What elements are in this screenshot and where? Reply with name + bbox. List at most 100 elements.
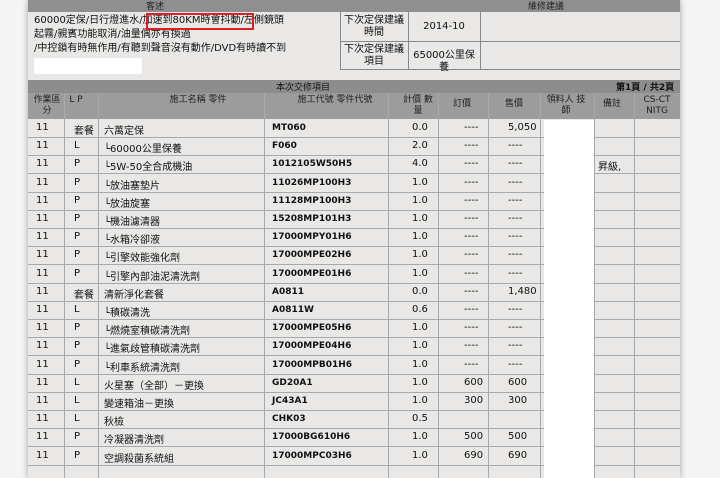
row-name: └機油濾清器 bbox=[104, 217, 161, 228]
row-code: GD20A1 bbox=[272, 377, 313, 388]
row-name: 六萬定保 bbox=[104, 126, 144, 137]
row-qty: 1.0 bbox=[412, 194, 428, 206]
row-remark: 昇級, bbox=[598, 162, 622, 174]
row-type: 11 bbox=[36, 140, 49, 152]
row-lp: L bbox=[74, 376, 80, 388]
row-sale-price: ---- bbox=[508, 231, 523, 243]
next-time-value: 2014-10 bbox=[423, 21, 465, 32]
row-code: 17000MPB01H6 bbox=[272, 359, 353, 370]
next-item-value: 65000公里保養 bbox=[413, 50, 475, 73]
row-qty: 1.0 bbox=[412, 340, 428, 352]
row-sale-price: 1,480 bbox=[508, 285, 537, 297]
row-sale-price: 600 bbox=[508, 376, 528, 388]
row-code: A0811 bbox=[272, 286, 305, 297]
notes-line-3: /中控鎖有時無作用/有聽到聲音沒有動作/DVD有時讀不到 bbox=[34, 43, 287, 54]
row-sale-price: ---- bbox=[508, 358, 523, 370]
row-code: JC43A1 bbox=[272, 396, 308, 406]
row-lp: P bbox=[74, 213, 81, 224]
maintenance-label: 維修建議 bbox=[528, 2, 565, 12]
row-lp: P bbox=[74, 358, 81, 370]
row-qty: 1.0 bbox=[412, 449, 428, 461]
row-type: 11 bbox=[36, 194, 49, 206]
row-type: 11 bbox=[36, 449, 49, 461]
row-type: 11 bbox=[36, 340, 49, 352]
row-type: 11 bbox=[36, 304, 49, 315]
row-name: └積碳清洗 bbox=[104, 308, 151, 319]
row-code: 17000MPE05H6 bbox=[272, 323, 352, 334]
row-order-price: ---- bbox=[464, 158, 479, 170]
row-order-price: ---- bbox=[464, 249, 479, 261]
row-qty: 0.5 bbox=[412, 413, 428, 425]
row-lp: P bbox=[74, 176, 81, 188]
row-sale-price: ---- bbox=[508, 267, 523, 279]
row-name: 火星塞（全部）－更換 bbox=[104, 380, 204, 392]
row-qty: 1.0 bbox=[412, 213, 428, 224]
row-qty: 4.0 bbox=[412, 158, 428, 170]
row-code: 17000MPY01H6 bbox=[272, 232, 352, 243]
row-order-price: 690 bbox=[464, 449, 484, 461]
row-type: 11 bbox=[36, 413, 49, 425]
row-code: A0811W bbox=[272, 305, 314, 315]
row-name: └放油旋塞 bbox=[104, 198, 151, 210]
col-remark: 備註 bbox=[602, 99, 621, 109]
row-sale-price: ---- bbox=[508, 194, 523, 206]
section-bar: 本次交修項目 第1頁 / 共2頁 bbox=[28, 80, 680, 93]
row-name: 清新淨化套餐 bbox=[104, 289, 164, 301]
row-type: 11 bbox=[36, 358, 49, 370]
row-name: └引擎效能強化劑 bbox=[104, 253, 181, 265]
row-name: 秋檢 bbox=[104, 417, 124, 429]
col-csct: CS-CT NITG bbox=[643, 95, 671, 116]
row-name: 空調殺菌系統組 bbox=[104, 453, 174, 465]
row-name: 冷凝器清洗劑 bbox=[104, 435, 164, 447]
row-code: 17000MPE02H6 bbox=[272, 250, 352, 261]
row-code: 1012105W50H5 bbox=[272, 159, 353, 170]
row-code: CHK03 bbox=[272, 414, 306, 425]
row-lp: P bbox=[74, 249, 81, 261]
row-lp: P bbox=[74, 194, 81, 206]
row-order-price: ---- bbox=[464, 304, 479, 315]
row-qty: 1.0 bbox=[412, 231, 428, 243]
row-order-price: ---- bbox=[464, 267, 479, 279]
row-lp: P bbox=[74, 449, 81, 461]
row-lp: L bbox=[74, 304, 80, 315]
row-type: 11 bbox=[36, 322, 49, 334]
row-lp: P bbox=[74, 267, 81, 279]
col-order-price: 訂價 bbox=[452, 99, 471, 109]
row-type: 11 bbox=[36, 122, 49, 133]
row-lp: P bbox=[74, 158, 81, 170]
row-type: 11 bbox=[36, 267, 49, 279]
row-lp: L bbox=[74, 413, 80, 425]
row-order-price: ---- bbox=[464, 213, 479, 224]
row-sale-price: ---- bbox=[508, 140, 523, 152]
row-lp: P bbox=[74, 340, 81, 352]
row-sale-price: ---- bbox=[508, 304, 523, 315]
row-qty: 0.6 bbox=[412, 304, 428, 315]
col-name: 施工名稱 零件 bbox=[169, 95, 227, 105]
row-qty: 1.0 bbox=[412, 431, 428, 443]
row-type: 11 bbox=[36, 158, 49, 170]
row-type: 11 bbox=[36, 395, 49, 406]
row-type: 11 bbox=[36, 249, 49, 261]
col-sale-price: 售價 bbox=[504, 99, 523, 109]
column-header: 作業區分 L P 施工名稱 零件 施工代號 零件代號 計價 數量 訂價 售價 領… bbox=[28, 93, 680, 119]
row-name: └引擎內部油泥清洗劑 bbox=[104, 271, 201, 283]
row-type: 11 bbox=[36, 176, 49, 188]
repair-order-sheet: 客述 維修建議 60000定保/日行燈進水/加速到80KM時會抖動/左側鏡頭 起… bbox=[28, 0, 680, 478]
row-type: 11 bbox=[36, 231, 49, 243]
redaction-column bbox=[544, 120, 594, 478]
row-code: F060 bbox=[272, 141, 297, 152]
row-qty: 1.0 bbox=[412, 395, 428, 406]
row-qty: 1.0 bbox=[412, 249, 428, 261]
row-sale-price: ---- bbox=[508, 158, 523, 170]
row-code: 11128MP100H3 bbox=[272, 195, 352, 206]
row-name: └利車系統清洗劑 bbox=[104, 362, 181, 374]
row-order-price: 500 bbox=[464, 431, 484, 443]
row-order-price: 600 bbox=[464, 376, 484, 388]
next-item-label: 下次定保建議項目 bbox=[344, 44, 404, 67]
row-qty: 0.0 bbox=[412, 122, 428, 133]
row-lp: P bbox=[74, 322, 81, 334]
redaction-block bbox=[34, 58, 142, 74]
row-sale-price: 5,050 bbox=[508, 122, 537, 133]
row-qty: 0.0 bbox=[412, 285, 428, 297]
row-name: └60000公里保養 bbox=[104, 144, 182, 156]
